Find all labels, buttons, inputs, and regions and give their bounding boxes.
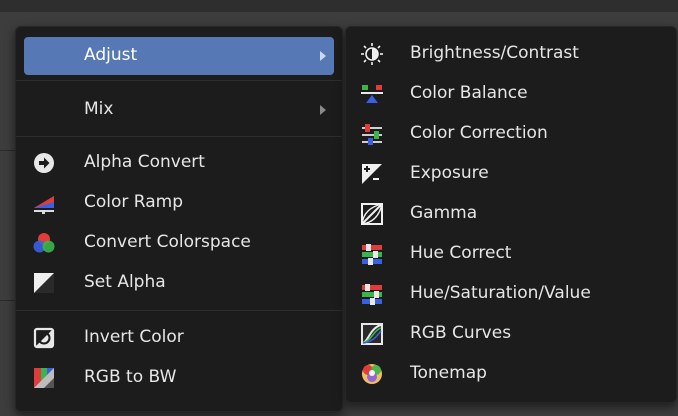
menu-separator [16, 310, 342, 311]
menu-item-alpha-convert[interactable]: Alpha Convert [24, 144, 334, 182]
menu-item-label: Convert Colorspace [84, 232, 251, 252]
menu-item-color-balance[interactable]: Color Balance [352, 75, 670, 113]
menu-item-label: Brightness/Contrast [410, 43, 579, 63]
menu-item-adjust[interactable]: Adjust [24, 37, 334, 75]
brightness-contrast-icon [361, 43, 383, 65]
menu-item-gamma[interactable]: Gamma [352, 195, 670, 233]
menu-item-label: RGB to BW [84, 367, 177, 387]
rgb-to-bw-icon [34, 368, 54, 388]
menu-separator [16, 80, 342, 81]
menu-separator [16, 136, 342, 137]
menu-item-label: Hue Correct [410, 243, 512, 263]
menu-item-label: Alpha Convert [84, 152, 205, 172]
menu-item-label: Color Balance [410, 83, 528, 103]
menu-item-hue-correct[interactable]: Hue Correct [352, 235, 670, 273]
background-header-strip [0, 0, 678, 12]
menu-item-invert-color[interactable]: Invert Color [24, 319, 334, 357]
rgb-curves-icon [361, 323, 383, 345]
color-category-menu: Adjust Mix Alpha Convert Color Ramp Conv… [15, 26, 343, 412]
menu-item-hue-saturation-value[interactable]: Hue/Saturation/Value [352, 275, 670, 313]
menu-item-label: Color Correction [410, 123, 548, 143]
menu-item-color-correction[interactable]: Color Correction [352, 115, 670, 153]
menu-item-label: Exposure [410, 163, 489, 183]
menu-item-convert-colorspace[interactable]: Convert Colorspace [24, 224, 334, 262]
menu-item-exposure[interactable]: Exposure [352, 155, 670, 193]
color-balance-icon [361, 85, 383, 103]
menu-item-label: Gamma [410, 203, 478, 223]
menu-item-label: Hue/Saturation/Value [410, 283, 591, 303]
menu-item-rgb-to-bw[interactable]: RGB to BW [24, 359, 334, 397]
menu-item-label: Color Ramp [84, 192, 183, 212]
alpha-convert-icon [34, 153, 54, 173]
menu-item-mix[interactable]: Mix [24, 91, 334, 129]
adjust-submenu: Brightness/Contrast Color Balance Color … [345, 26, 677, 403]
hue-saturation-value-icon [362, 284, 382, 305]
menu-item-label: Mix [84, 99, 114, 119]
menu-item-brightness-contrast[interactable]: Brightness/Contrast [352, 35, 670, 73]
convert-colorspace-icon [33, 233, 55, 253]
menu-item-tonemap[interactable]: Tonemap [352, 355, 670, 393]
menu-item-label: Invert Color [84, 327, 184, 347]
color-correction-icon [362, 124, 382, 145]
submenu-arrow-icon [320, 51, 326, 61]
gamma-icon [361, 203, 383, 225]
color-ramp-icon [34, 196, 54, 214]
menu-item-set-alpha[interactable]: Set Alpha [24, 264, 334, 302]
set-alpha-icon [34, 273, 54, 293]
menu-item-label: Adjust [84, 45, 138, 65]
exposure-icon [362, 164, 382, 184]
menu-item-label: RGB Curves [410, 323, 512, 343]
invert-color-icon [33, 327, 55, 349]
submenu-arrow-icon [320, 105, 326, 115]
menu-item-label: Set Alpha [84, 272, 166, 292]
menu-item-rgb-curves[interactable]: RGB Curves [352, 315, 670, 353]
tonemap-icon [362, 364, 382, 384]
menu-item-label: Tonemap [410, 363, 487, 383]
hue-correct-icon [362, 244, 382, 265]
menu-item-color-ramp[interactable]: Color Ramp [24, 184, 334, 222]
